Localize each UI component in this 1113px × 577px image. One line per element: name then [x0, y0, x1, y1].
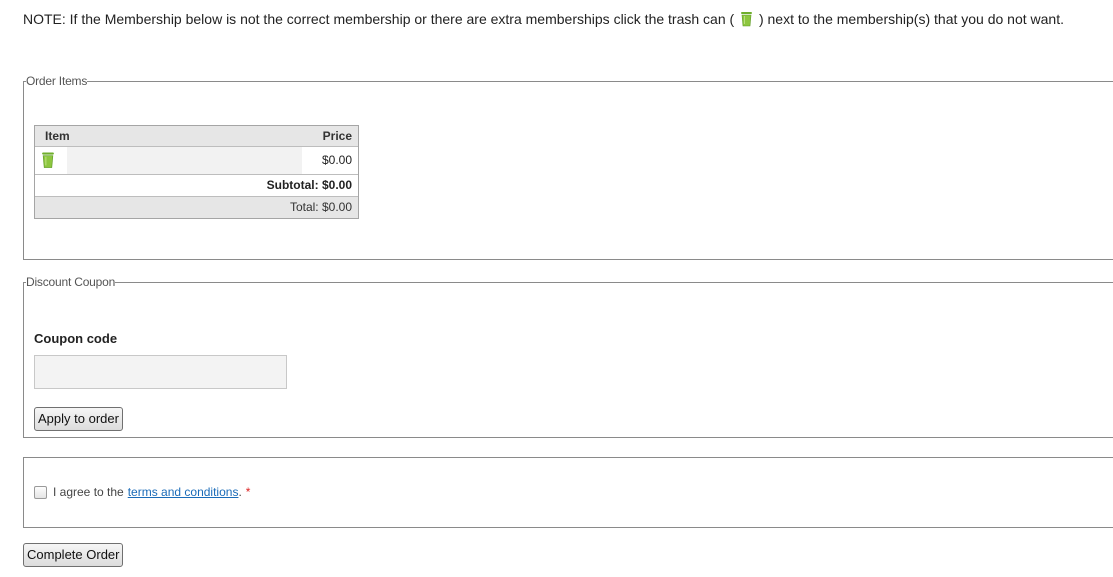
- discount-coupon-legend: Discount Coupon: [26, 275, 116, 289]
- order-items-table: Item Price $0.00 Subtotal: $0.00 Total: …: [34, 125, 359, 219]
- table-row: $0.00: [35, 146, 358, 175]
- item-price: $0.00: [302, 146, 358, 175]
- trash-can-icon[interactable]: [41, 152, 55, 168]
- discount-coupon-section: Discount Coupon Coupon code Apply to ord…: [23, 275, 1113, 438]
- membership-note: NOTE: If the Membership below is not the…: [23, 9, 1098, 32]
- total-label: Total:: [289, 200, 319, 215]
- trash-can-icon: [740, 11, 753, 32]
- column-header-price: Price: [302, 126, 358, 147]
- terms-and-conditions-link[interactable]: terms and conditions: [128, 485, 239, 499]
- order-items-section: Order Items Item Price $0.00 Subtotal: $…: [23, 74, 1113, 260]
- note-text-start: NOTE: If the Membership below is not the…: [23, 11, 735, 27]
- note-text-end: ) next to the membership(s) that you do …: [758, 11, 1064, 27]
- terms-section: I agree to the terms and conditions . *: [23, 457, 1113, 528]
- item-name-cell: [67, 146, 302, 175]
- coupon-code-input[interactable]: [34, 355, 287, 389]
- column-header-item: Item: [35, 126, 302, 147]
- terms-row: I agree to the terms and conditions . *: [34, 485, 250, 499]
- total-row: Total: $0.00: [35, 196, 358, 218]
- required-marker: *: [245, 485, 251, 499]
- apply-to-order-button[interactable]: Apply to order: [34, 407, 123, 431]
- table-header-row: Item Price: [35, 126, 358, 147]
- subtotal-row: Subtotal: $0.00: [35, 174, 358, 197]
- total-value: $0.00: [321, 200, 352, 215]
- terms-prefix: I agree to the: [53, 485, 124, 499]
- subtotal-label: Subtotal:: [266, 178, 319, 192]
- agree-terms-checkbox[interactable]: [34, 485, 47, 499]
- remove-item-cell[interactable]: [35, 146, 67, 175]
- coupon-code-label: Coupon code: [34, 331, 118, 346]
- complete-order-button[interactable]: Complete Order: [23, 543, 124, 567]
- checkout-page: NOTE: If the Membership below is not the…: [0, 0, 1113, 577]
- terms-suffix: .: [238, 485, 242, 499]
- subtotal-value: $0.00: [321, 178, 352, 192]
- order-items-legend: Order Items: [26, 74, 88, 88]
